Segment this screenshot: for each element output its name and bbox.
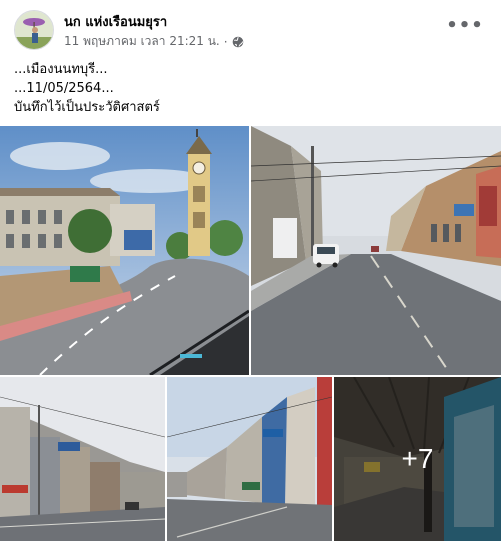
- post-photo-1[interactable]: [0, 126, 249, 375]
- post-photo-2[interactable]: [251, 126, 501, 375]
- more-options-button[interactable]: •••: [446, 16, 483, 36]
- meta-separator: ·: [223, 34, 228, 49]
- post-text: ...เมืองนนทบุรี... ...11/05/2564... บันท…: [14, 60, 160, 117]
- globe-icon[interactable]: [232, 36, 244, 48]
- post-photo-5[interactable]: +7: [334, 377, 501, 541]
- post-timestamp[interactable]: 11 พฤษภาคม เวลา 21:21 น.: [64, 32, 220, 51]
- more-horizontal-icon: •••: [446, 15, 484, 36]
- post-meta: 11 พฤษภาคม เวลา 21:21 น. ·: [64, 32, 244, 51]
- post-text-line: ...11/05/2564...: [14, 81, 114, 96]
- author-name[interactable]: นก แห่งเรือนมยุรา: [64, 11, 167, 32]
- post-text-line: ...เมืองนนทบุรี...: [14, 62, 108, 77]
- author-avatar[interactable]: [14, 10, 54, 50]
- post-photo-4[interactable]: [167, 377, 332, 541]
- post-header: นก แห่งเรือนมยุรา 11 พฤษภาคม เวลา 21:21 …: [0, 0, 501, 56]
- more-photos-count: +7: [401, 443, 434, 474]
- more-photos-overlay[interactable]: +7: [334, 377, 501, 541]
- post-text-line: บันทึกไว้เป็นประวัติศาสตร์: [14, 100, 160, 115]
- facebook-post: นก แห่งเรือนมยุรา 11 พฤษภาคม เวลา 21:21 …: [0, 0, 501, 541]
- post-photo-3[interactable]: [0, 377, 165, 541]
